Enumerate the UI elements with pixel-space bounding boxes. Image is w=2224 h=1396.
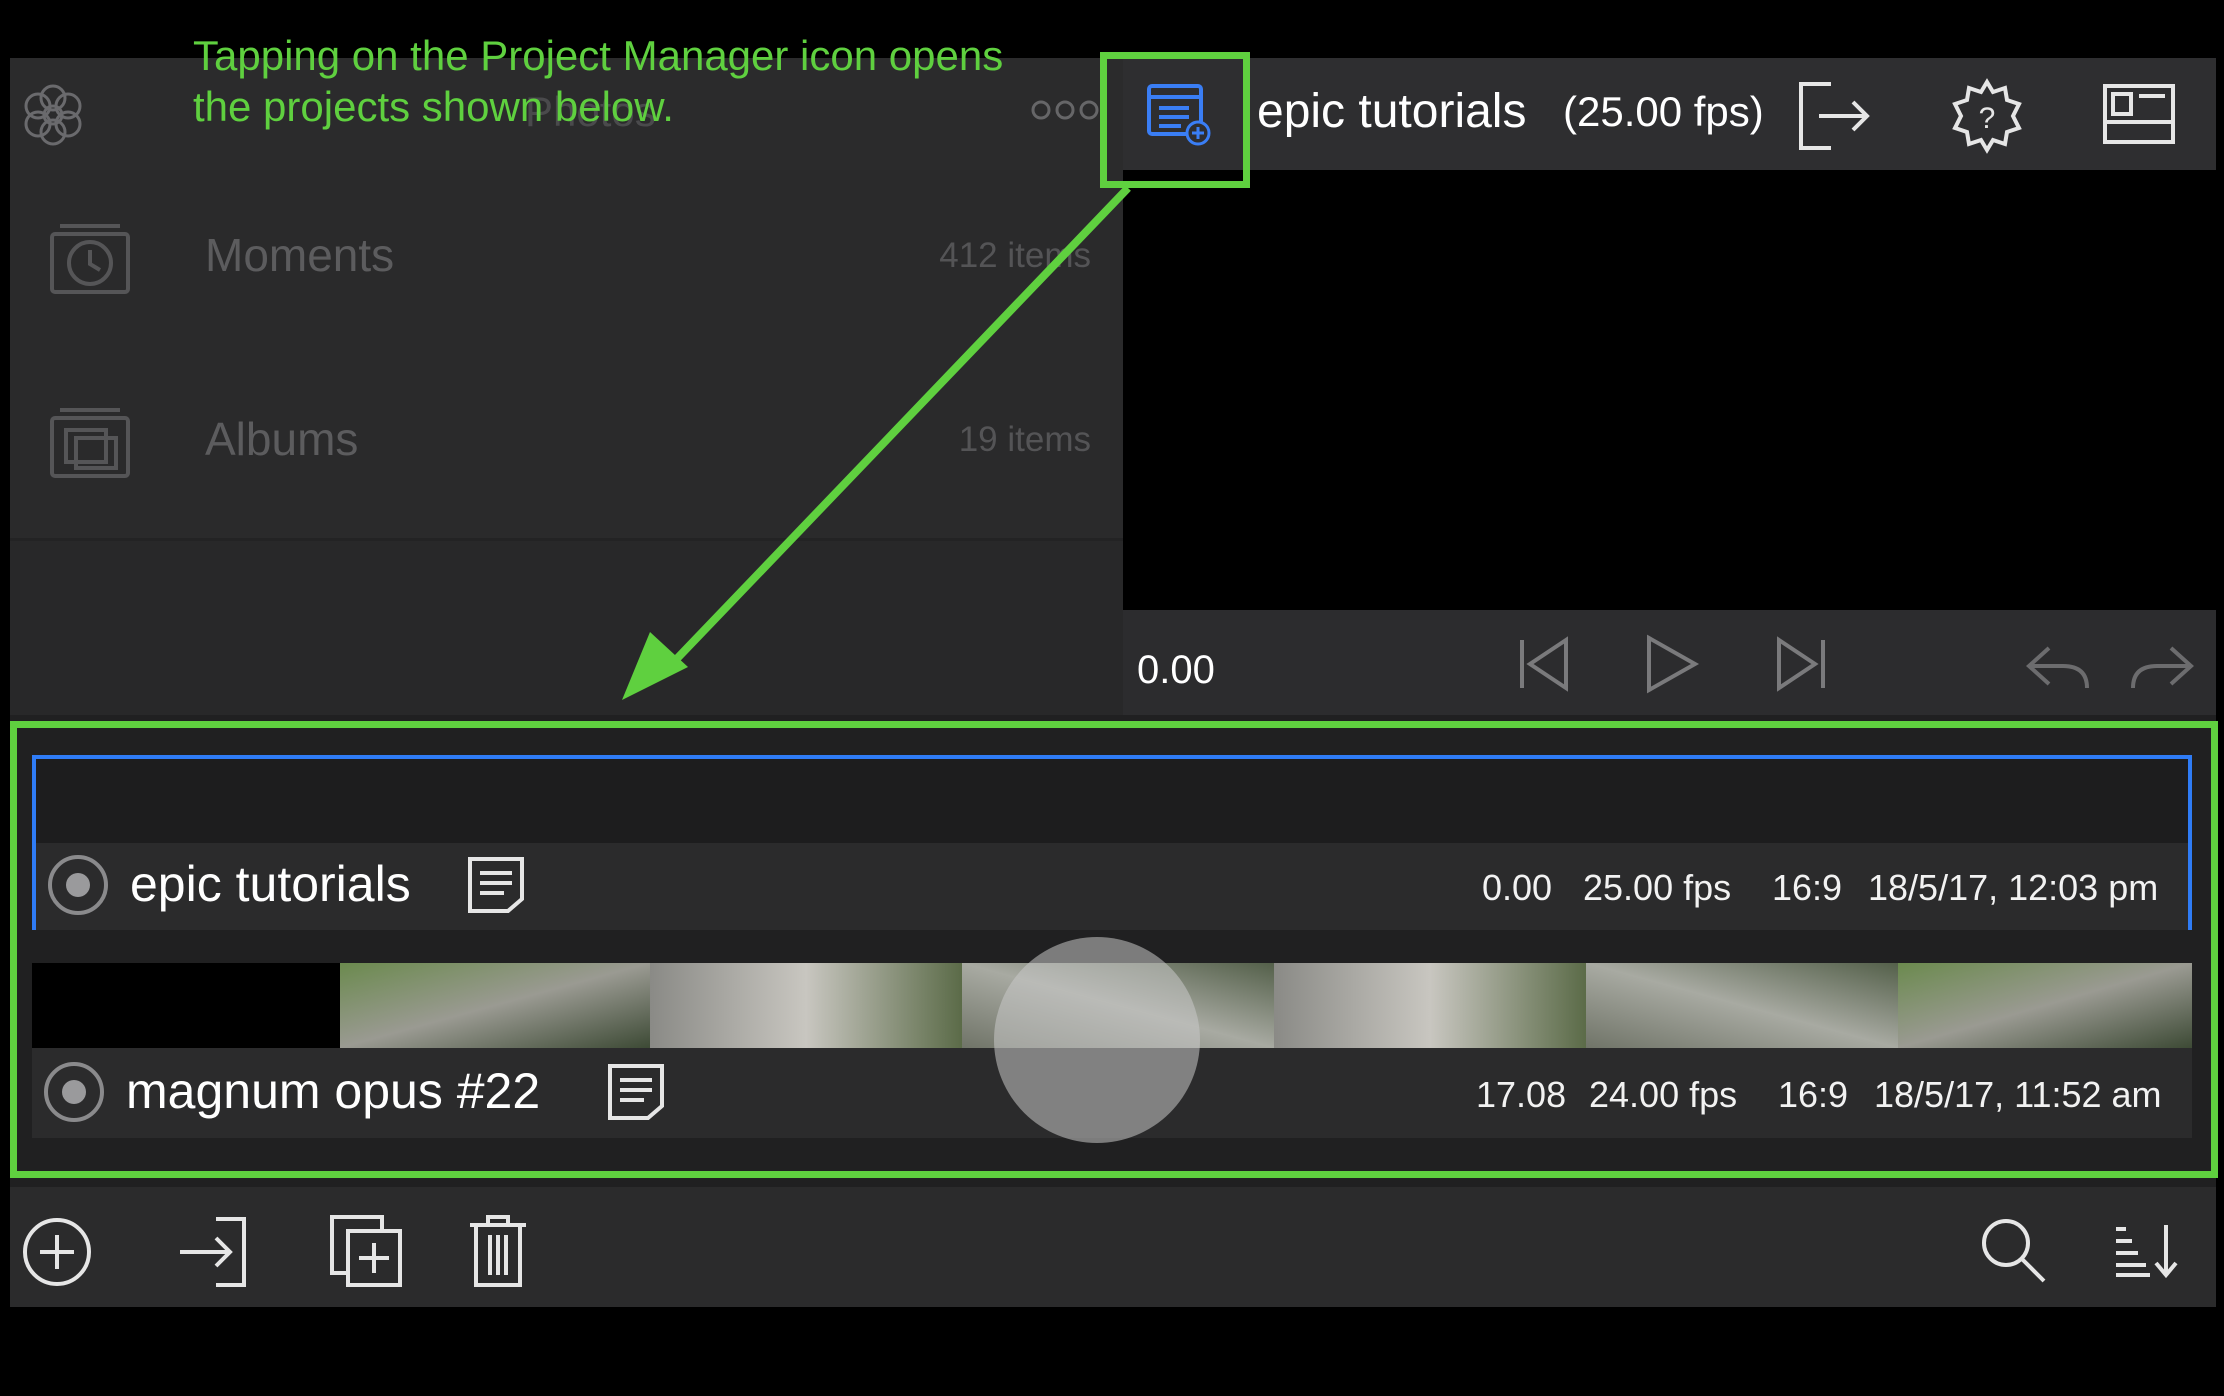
media-browser-item-moments[interactable]: Moments 412 items xyxy=(10,170,1123,357)
tutorial-annotation: Tapping on the Project Manager icon open… xyxy=(193,30,1113,132)
albums-icon xyxy=(50,408,130,478)
annotation-line-2: the projects shown below. xyxy=(193,83,674,130)
media-browser-item-count: 19 items xyxy=(958,420,1091,459)
video-preview xyxy=(1123,170,2216,610)
project-fps: (25.00 fps) xyxy=(1563,88,1764,135)
projects-highlight-box xyxy=(10,721,2218,1178)
skip-forward-icon[interactable] xyxy=(1773,636,1829,692)
undo-icon[interactable] xyxy=(2023,642,2093,692)
sort-icon[interactable] xyxy=(2110,1219,2180,1279)
project-toolbar xyxy=(10,1187,2216,1307)
svg-text:?: ? xyxy=(1979,102,1996,135)
delete-project-icon[interactable] xyxy=(466,1213,530,1289)
transport-bar: 0.00 xyxy=(1123,610,2216,715)
layout-icon[interactable] xyxy=(2101,82,2177,146)
annotation-line-1: Tapping on the Project Manager icon open… xyxy=(193,32,1004,79)
project-title: epic tutorials xyxy=(1257,85,1527,138)
media-browser-item-albums[interactable]: Albums 19 items xyxy=(10,354,1123,541)
import-project-icon[interactable] xyxy=(176,1215,250,1289)
settings-gear-icon[interactable]: ? xyxy=(1949,78,2025,154)
project-manager-highlight-box xyxy=(1100,52,1250,188)
moments-clock-icon xyxy=(50,224,130,294)
media-browser-item-label: Albums xyxy=(205,413,359,465)
duplicate-project-icon[interactable] xyxy=(328,1213,404,1289)
media-browser-item-label: Moments xyxy=(205,229,395,281)
export-icon[interactable] xyxy=(1795,78,1873,154)
project-top-bar: epic tutorials (25.00 fps) ? xyxy=(1123,58,2216,170)
play-icon[interactable] xyxy=(1643,634,1701,694)
new-project-icon[interactable] xyxy=(20,1215,94,1289)
skip-back-icon[interactable] xyxy=(1516,636,1572,692)
redo-icon[interactable] xyxy=(2127,642,2197,692)
media-browser-item-count: 412 items xyxy=(939,236,1091,275)
search-icon[interactable] xyxy=(1978,1215,2048,1285)
flower-logo-icon[interactable] xyxy=(18,80,88,150)
timecode: 0.00 xyxy=(1137,648,1215,692)
